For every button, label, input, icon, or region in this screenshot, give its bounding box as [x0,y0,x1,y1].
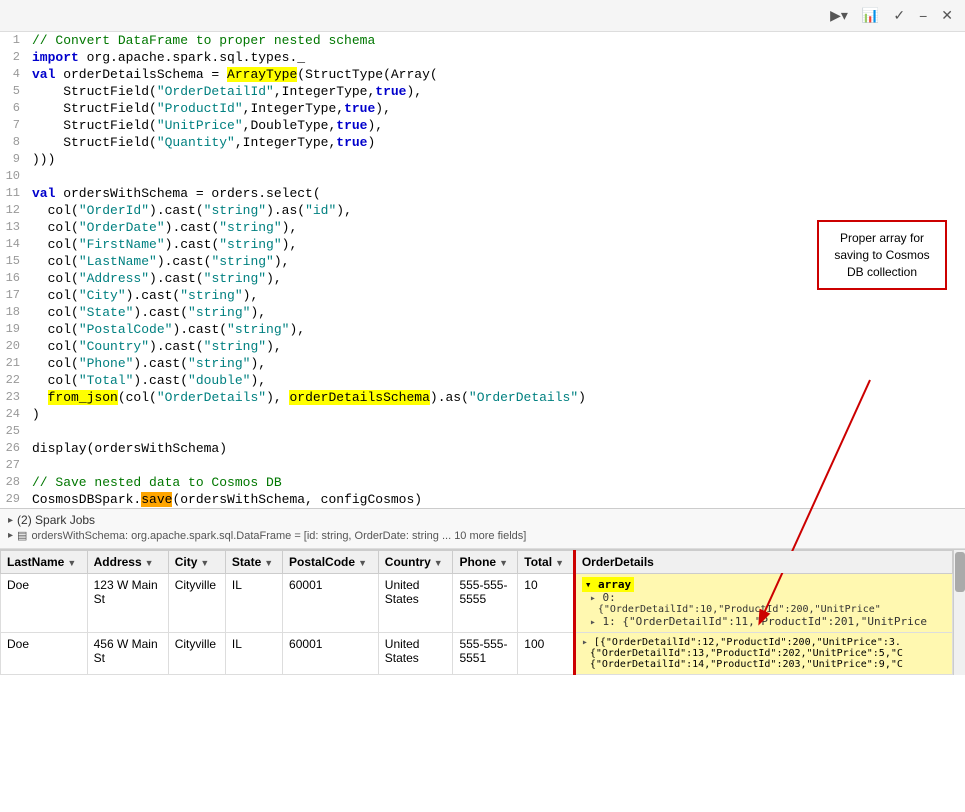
sort-icon-country: ▼ [434,558,443,568]
cell-city-2: Cityville [168,633,225,675]
cell-state-1: IL [225,574,282,633]
tree-row-2-2: {"OrderDetailId":13,"ProductId":202,"Uni… [582,648,946,659]
minimize-button[interactable]: − [915,6,931,26]
sort-icon-phone: ▼ [499,558,508,568]
code-line-21: 21 col("Phone").cast("string"), [0,355,965,372]
schema-row: ▸ ▤ ordersWithSchema: org.apache.spark.s… [8,529,957,542]
code-line-8: 8 StructField("Quantity",IntegerType,tru… [0,134,965,151]
chart-button[interactable]: 📊 [858,5,883,26]
code-line-24: 24 ) [0,406,965,423]
col-header-lastname[interactable]: LastName▼ [1,551,88,574]
table-row-1: Doe 123 W MainSt Cityville IL 60001 Unit… [1,574,953,633]
data-table-container[interactable]: LastName▼ Address▼ City▼ State▼ PostalCo [0,549,965,675]
code-line-6: 6 StructField("ProductId",IntegerType,tr… [0,100,965,117]
code-line-9: 9 ))) [0,151,965,168]
code-line-25: 25 [0,423,965,440]
table-row-2: Doe 456 W MainSt Cityville IL 60001 Unit… [1,633,953,675]
cell-total-2: 100 [518,633,575,675]
tree-item-0-1: ▸ 0: [582,591,946,604]
cell-postalcode-2: 60001 [283,633,379,675]
code-editor: 1 // Convert DataFrame to proper nested … [0,32,965,509]
check-button[interactable]: ✓ [889,5,909,26]
col-header-address[interactable]: Address▼ [87,551,168,574]
col-header-postalcode[interactable]: PostalCode▼ [283,551,379,574]
cell-total-1: 10 [518,574,575,633]
cell-state-2: IL [225,633,282,675]
col-header-phone[interactable]: Phone▼ [453,551,518,574]
cell-address-2: 456 W MainSt [87,633,168,675]
cell-orderdetails-2: ▸ [{"OrderDetailId":12,"ProductId":200,"… [574,633,952,675]
toolbar: ▶▾ 📊 ✓ − ✕ [0,0,965,32]
tree-row-2-1: ▸ [{"OrderDetailId":12,"ProductId":200,"… [582,637,946,648]
code-line-10: 10 [0,168,965,185]
code-line-2: 2 import org.apache.spark.sql.types._ [0,49,965,66]
cell-orderdetails-1: ▾ array ▸ 0: {"OrderDetailId":10,"Produc… [574,574,952,633]
tree-row-2-3: {"OrderDetailId":14,"ProductId":203,"Uni… [582,659,946,670]
cell-lastname-2: Doe [1,633,88,675]
schema-label: ordersWithSchema: org.apache.spark.sql.D… [31,530,526,542]
code-line-28: 28 // Save nested data to Cosmos DB [0,474,965,491]
sort-icon-address: ▼ [145,558,154,568]
code-line-22: 22 col("Total").cast("double"), [0,372,965,389]
code-line-27: 27 [0,457,965,474]
spark-jobs-toggle[interactable]: ▸ [8,515,13,526]
cell-phone-1: 555-555-5555 [453,574,518,633]
scrollbar-thumb[interactable] [955,552,965,592]
cell-lastname-1: Doe [1,574,88,633]
table-header-row: LastName▼ Address▼ City▼ State▼ PostalCo [1,551,953,574]
spark-jobs-row: ▸ (2) Spark Jobs [8,513,957,527]
schema-toggle[interactable]: ▸ [8,530,13,541]
code-line-3: 4 val orderDetailsSchema = ArrayType(Str… [0,66,965,83]
scrollbar[interactable] [953,550,965,675]
col-header-orderdetails[interactable]: OrderDetails [574,551,952,574]
tree-item-1-1: ▸ 1: {"OrderDetailId":11,"ProductId":201… [582,615,946,628]
sort-icon-lastname: ▼ [67,558,76,568]
sort-icon-total: ▼ [555,558,564,568]
spark-jobs-section: ▸ (2) Spark Jobs ▸ ▤ ordersWithSchema: o… [0,509,965,549]
table-icon: ▤ [17,529,27,542]
code-line-26: 26 display(ordersWithSchema) [0,440,965,457]
code-line-23: 23 from_json(col("OrderDetails"), orderD… [0,389,965,406]
cell-country-1: UnitedStates [378,574,453,633]
code-line-7: 7 StructField("UnitPrice",DoubleType,tru… [0,117,965,134]
col-header-total[interactable]: Total▼ [518,551,575,574]
sort-icon-state: ▼ [264,558,273,568]
code-line-12: 12 col("OrderId").cast("string").as("id"… [0,202,965,219]
sort-icon-city: ▼ [200,558,209,568]
annotation-text: Proper array for saving to Cosmos DB col… [834,231,929,279]
annotation-box: Proper array for saving to Cosmos DB col… [817,220,947,290]
col-header-state[interactable]: State▼ [225,551,282,574]
cell-address-1: 123 W MainSt [87,574,168,633]
cell-postalcode-1: 60001 [283,574,379,633]
tree-item-0-val-1: {"OrderDetailId":10,"ProductId":200,"Uni… [582,604,946,615]
code-line-20: 20 col("Country").cast("string"), [0,338,965,355]
close-button[interactable]: ✕ [937,5,957,26]
spark-jobs-label: (2) Spark Jobs [17,513,95,527]
run-button[interactable]: ▶▾ [826,5,852,26]
col-header-country[interactable]: Country▼ [378,551,453,574]
code-line-5: 5 StructField("OrderDetailId",IntegerTyp… [0,83,965,100]
code-line-18: 18 col("State").cast("string"), [0,304,965,321]
code-line-29: 29 CosmosDBSpark.save(ordersWithSchema, … [0,491,965,508]
col-header-city[interactable]: City▼ [168,551,225,574]
array-label-1: ▾ array [582,577,634,592]
data-table: LastName▼ Address▼ City▼ State▼ PostalCo [0,550,953,675]
cell-country-2: UnitedStates [378,633,453,675]
code-line-19: 19 col("PostalCode").cast("string"), [0,321,965,338]
cell-phone-2: 555-555-5551 [453,633,518,675]
cell-city-1: Cityville [168,574,225,633]
code-line-11: 11 val ordersWithSchema = orders.select( [0,185,965,202]
sort-icon-postalcode: ▼ [358,558,367,568]
code-line-1: 1 // Convert DataFrame to proper nested … [0,32,965,49]
